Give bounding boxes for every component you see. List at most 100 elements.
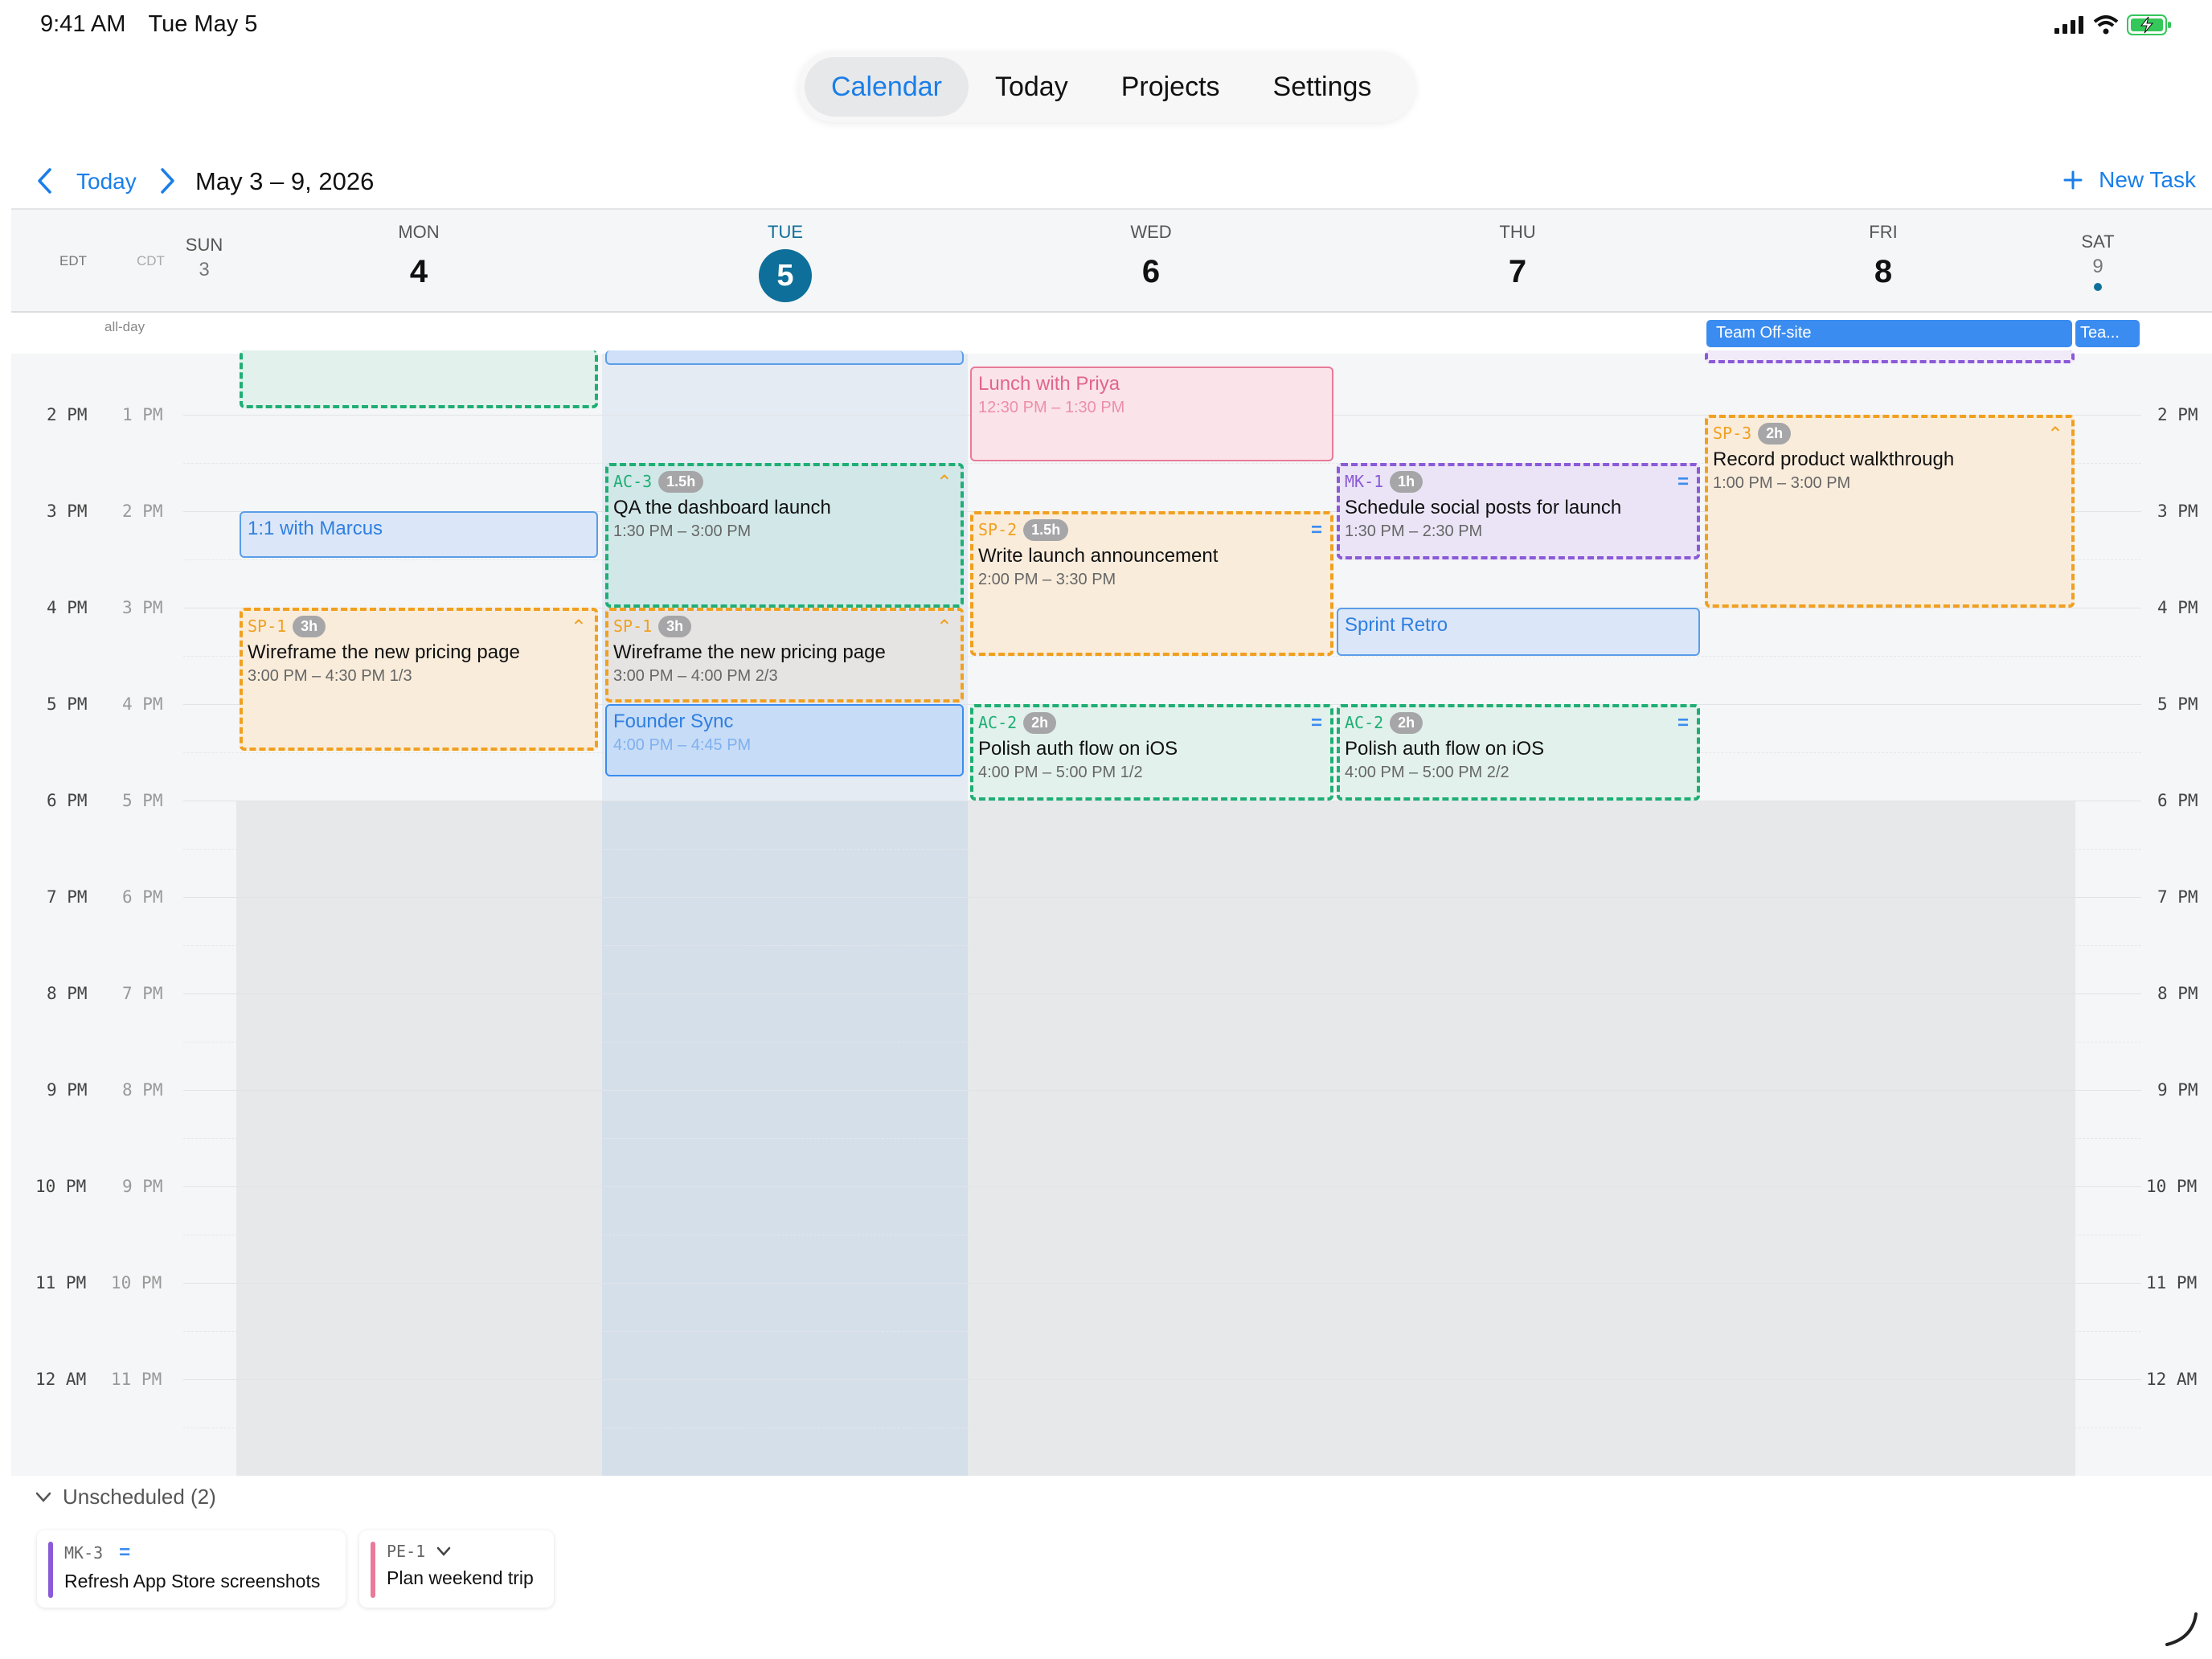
tz-primary: EDT bbox=[59, 253, 87, 268]
chevron-up-icon[interactable]: ⌃ bbox=[936, 616, 952, 639]
day-header-thu[interactable]: THU 7 bbox=[1437, 222, 1598, 290]
day-number: 8 bbox=[1874, 254, 1893, 289]
hour-label: 12 AM bbox=[35, 1370, 87, 1389]
task-event-truncated[interactable] bbox=[240, 350, 598, 408]
unscheduled-task-card[interactable]: MK-3 = Refresh App Store screenshots bbox=[37, 1530, 346, 1608]
hour-label-right: 11 PM bbox=[2146, 1273, 2198, 1292]
hour-label: 5 PM bbox=[47, 694, 88, 714]
equals-icon[interactable]: = bbox=[1677, 471, 1689, 494]
all-day-event[interactable]: Team Off-site bbox=[1706, 320, 2072, 347]
unscheduled-task-card[interactable]: PE-1 Plan weekend trip bbox=[359, 1530, 554, 1608]
calendar-event[interactable]: Lunch with Priya 12:30 PM – 1:30 PM bbox=[970, 367, 1333, 461]
event-title: Wireframe the new pricing page bbox=[248, 641, 520, 663]
calendar-event[interactable]: Sprint Retro bbox=[1337, 608, 1700, 656]
day-header-mon[interactable]: MON 4 bbox=[338, 222, 499, 290]
tab-today[interactable]: Today bbox=[969, 57, 1095, 117]
hour-label: 3 PM bbox=[47, 502, 88, 521]
chevron-up-icon[interactable]: ⌃ bbox=[2047, 423, 2063, 446]
equals-icon[interactable]: = bbox=[1677, 712, 1689, 735]
calendar-event[interactable]: Founder Sync 4:00 PM – 4:45 PM bbox=[605, 704, 964, 776]
calendar-event[interactable]: 1:1 with Marcus bbox=[240, 511, 598, 558]
task-event[interactable]: SP-1 3h Wireframe the new pricing page 3… bbox=[240, 608, 598, 751]
equals-icon[interactable]: = bbox=[1311, 712, 1322, 735]
hour-label-secondary: 6 PM bbox=[122, 887, 163, 907]
all-day-label: all-day bbox=[104, 319, 145, 334]
task-header: SP-1 3h bbox=[248, 614, 590, 638]
battery-charging-icon bbox=[2127, 14, 2171, 35]
tz-secondary: CDT bbox=[137, 253, 165, 268]
hour-label-right: 8 PM bbox=[2157, 984, 2198, 1003]
event-time: 4:00 PM – 5:00 PM 1/2 bbox=[978, 764, 1143, 781]
chevron-right-icon bbox=[161, 168, 174, 194]
main-nav: Calendar Today Projects Settings bbox=[798, 51, 1415, 122]
next-week-button[interactable] bbox=[158, 167, 177, 199]
hour-label-right: 7 PM bbox=[2157, 887, 2198, 907]
hour-label-secondary: 7 PM bbox=[122, 984, 163, 1003]
task-event[interactable]: AC-3 1.5h QA the dashboard launch 1:30 P… bbox=[605, 463, 964, 608]
today-day-number: 5 bbox=[759, 249, 812, 302]
event-time: 3:00 PM – 4:00 PM 2/3 bbox=[613, 667, 778, 685]
chevron-down-icon bbox=[436, 1546, 451, 1556]
hour-label: 9 PM bbox=[47, 1080, 88, 1100]
event-time: 2:00 PM – 3:30 PM bbox=[978, 571, 1116, 588]
task-code: SP-2 bbox=[978, 520, 1018, 539]
project-color-bar bbox=[48, 1542, 53, 1598]
day-header-sat[interactable]: SAT 9 bbox=[2066, 231, 2130, 291]
task-header: AC-3 1.5h bbox=[613, 469, 956, 494]
task-event[interactable]: SP-1 3h Wireframe the new pricing page 3… bbox=[605, 608, 964, 703]
hour-label: 8 PM bbox=[47, 984, 88, 1003]
all-day-event[interactable]: Tea... bbox=[2075, 320, 2140, 347]
hour-label: 4 PM bbox=[47, 598, 88, 617]
hour-label-right: 6 PM bbox=[2157, 791, 2198, 810]
hour-label-secondary: 4 PM bbox=[122, 694, 163, 714]
prev-week-button[interactable] bbox=[35, 167, 55, 199]
task-code: AC-2 bbox=[1345, 713, 1384, 732]
duration-badge: 2h bbox=[1023, 711, 1057, 734]
task-code: SP-3 bbox=[1713, 424, 1752, 443]
hour-label-secondary: 10 PM bbox=[111, 1273, 162, 1292]
hour-label: 2 PM bbox=[47, 405, 88, 424]
task-event-truncated[interactable] bbox=[1705, 350, 2075, 363]
hour-label-right: 2 PM bbox=[2157, 405, 2198, 424]
unscheduled-toggle[interactable]: Unscheduled (2) bbox=[35, 1485, 216, 1509]
duration-badge: 3h bbox=[293, 615, 326, 637]
day-header-wed[interactable]: WED 6 bbox=[1071, 222, 1231, 290]
task-event[interactable]: SP-3 2h Record product walkthrough 1:00 … bbox=[1705, 415, 2075, 608]
calendar-event-truncated[interactable] bbox=[605, 350, 964, 365]
task-event[interactable]: MK-1 1h Schedule social posts for launch… bbox=[1337, 463, 1700, 559]
new-task-button[interactable]: New Task bbox=[2063, 167, 2196, 193]
tab-settings[interactable]: Settings bbox=[1247, 57, 1399, 117]
day-number: 3 bbox=[199, 259, 210, 281]
day-number: 9 bbox=[2092, 256, 2103, 277]
event-title: Wireframe the new pricing page bbox=[613, 641, 886, 663]
day-name: THU bbox=[1499, 222, 1536, 242]
chevron-up-icon[interactable]: ⌃ bbox=[571, 616, 587, 639]
task-event[interactable]: AC-2 2h Polish auth flow on iOS 4:00 PM … bbox=[1337, 704, 1700, 801]
plus-icon bbox=[2063, 170, 2083, 190]
tab-projects[interactable]: Projects bbox=[1095, 57, 1247, 117]
event-title: Record product walkthrough bbox=[1713, 449, 1955, 470]
tab-calendar[interactable]: Calendar bbox=[805, 57, 969, 117]
today-button[interactable]: Today bbox=[76, 169, 137, 195]
duration-badge: 1.5h bbox=[1023, 518, 1069, 541]
day-header-tue[interactable]: TUE 5 bbox=[705, 222, 866, 302]
duration-badge: 3h bbox=[658, 615, 692, 637]
status-date: Tue May 5 bbox=[148, 11, 258, 37]
event-time: 4:00 PM – 4:45 PM bbox=[613, 736, 752, 754]
hour-label-secondary: 5 PM bbox=[122, 791, 163, 810]
event-time: 1:30 PM – 2:30 PM bbox=[1345, 522, 1483, 540]
day-header-fri[interactable]: FRI 8 bbox=[1803, 222, 1964, 290]
task-event[interactable]: AC-2 2h Polish auth flow on iOS 4:00 PM … bbox=[970, 704, 1333, 801]
resize-handle-icon[interactable] bbox=[2162, 1611, 2199, 1648]
chevron-up-icon[interactable]: ⌃ bbox=[936, 471, 952, 494]
task-event[interactable]: SP-2 1.5h Write launch announcement 2:00… bbox=[970, 511, 1333, 656]
hour-label: 6 PM bbox=[47, 791, 88, 810]
event-title: Founder Sync bbox=[613, 711, 734, 732]
hour-label-right: 9 PM bbox=[2157, 1080, 2198, 1100]
duration-badge: 2h bbox=[1758, 422, 1792, 444]
hour-label-secondary: 8 PM bbox=[122, 1080, 163, 1100]
status-indicators bbox=[2054, 13, 2172, 37]
hour-label: 10 PM bbox=[35, 1177, 87, 1196]
day-header-sun[interactable]: SUN 3 bbox=[172, 235, 236, 281]
equals-icon[interactable]: = bbox=[1311, 519, 1322, 542]
